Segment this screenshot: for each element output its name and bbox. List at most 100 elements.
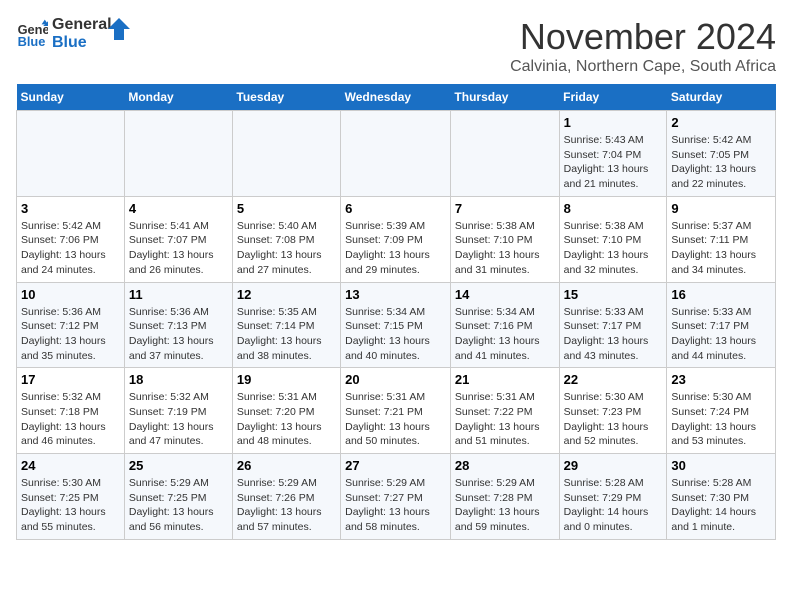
day-info: Sunrise: 5:41 AM Sunset: 7:07 PM Dayligh…	[129, 219, 228, 278]
day-info: Sunrise: 5:36 AM Sunset: 7:12 PM Dayligh…	[21, 305, 120, 364]
calendar-cell: 6Sunrise: 5:39 AM Sunset: 7:09 PM Daylig…	[341, 196, 451, 282]
day-number: 17	[21, 372, 120, 387]
calendar-cell: 8 Sunrise: 5:38 AM Sunset: 7:10 PM Daylig…	[559, 196, 667, 282]
calendar-cell: 9Sunrise: 5:37 AM Sunset: 7:11 PM Daylig…	[667, 196, 776, 282]
day-info: Sunrise: 5:40 AM Sunset: 7:08 PM Dayligh…	[237, 219, 336, 278]
calendar-cell: 3Sunrise: 5:42 AM Sunset: 7:06 PM Daylig…	[17, 196, 125, 282]
weekday-header-tuesday: Tuesday	[232, 84, 340, 111]
day-info: Sunrise: 5:43 AM Sunset: 7:04 PM Dayligh…	[564, 133, 663, 192]
day-number: 22	[564, 372, 663, 387]
day-number: 8	[564, 201, 663, 216]
calendar-cell: 13 Sunrise: 5:34 AM Sunset: 7:15 PM Dayli…	[341, 282, 451, 368]
calendar-header: SundayMondayTuesdayWednesdayThursdayFrid…	[17, 84, 776, 111]
day-info: Sunrise: 5:29 AM Sunset: 7:25 PM Dayligh…	[129, 476, 228, 535]
calendar-cell: 20 Sunrise: 5:31 AM Sunset: 7:21 PM Dayli…	[341, 368, 451, 454]
day-info: Sunrise: 5:30 AM Sunset: 7:25 PM Dayligh…	[21, 476, 120, 535]
calendar-cell	[232, 111, 340, 197]
weekday-header-thursday: Thursday	[450, 84, 559, 111]
calendar-cell: 14 Sunrise: 5:34 AM Sunset: 7:16 PM Dayli…	[450, 282, 559, 368]
weekday-header-friday: Friday	[559, 84, 667, 111]
day-number: 19	[237, 372, 336, 387]
svg-text:Blue: Blue	[18, 34, 46, 49]
calendar-cell: 4 Sunrise: 5:41 AM Sunset: 7:07 PM Daylig…	[124, 196, 232, 282]
logo-arrow-icon	[108, 18, 130, 40]
calendar-cell: 5 Sunrise: 5:40 AM Sunset: 7:08 PM Daylig…	[232, 196, 340, 282]
calendar-cell: 19 Sunrise: 5:31 AM Sunset: 7:20 PM Dayli…	[232, 368, 340, 454]
day-number: 20	[345, 372, 446, 387]
day-info: Sunrise: 5:28 AM Sunset: 7:29 PM Dayligh…	[564, 476, 663, 535]
day-number: 18	[129, 372, 228, 387]
day-info: Sunrise: 5:34 AM Sunset: 7:16 PM Dayligh…	[455, 305, 555, 364]
day-info: Sunrise: 5:29 AM Sunset: 7:26 PM Dayligh…	[237, 476, 336, 535]
weekday-header-wednesday: Wednesday	[341, 84, 451, 111]
day-info: Sunrise: 5:34 AM Sunset: 7:15 PM Dayligh…	[345, 305, 446, 364]
calendar-week-2: 3Sunrise: 5:42 AM Sunset: 7:06 PM Daylig…	[17, 196, 776, 282]
calendar-cell: 12 Sunrise: 5:35 AM Sunset: 7:14 PM Dayli…	[232, 282, 340, 368]
weekday-header-sunday: Sunday	[17, 84, 125, 111]
day-info: Sunrise: 5:33 AM Sunset: 7:17 PM Dayligh…	[564, 305, 663, 364]
calendar-cell: 16Sunrise: 5:33 AM Sunset: 7:17 PM Dayli…	[667, 282, 776, 368]
day-info: Sunrise: 5:32 AM Sunset: 7:19 PM Dayligh…	[129, 390, 228, 449]
day-info: Sunrise: 5:31 AM Sunset: 7:22 PM Dayligh…	[455, 390, 555, 449]
calendar-cell: 30Sunrise: 5:28 AM Sunset: 7:30 PM Dayli…	[667, 454, 776, 540]
day-number: 23	[671, 372, 771, 387]
day-number: 4	[129, 201, 228, 216]
calendar-table: SundayMondayTuesdayWednesdayThursdayFrid…	[16, 84, 776, 540]
calendar-week-5: 24 Sunrise: 5:30 AM Sunset: 7:25 PM Dayli…	[17, 454, 776, 540]
weekday-header-monday: Monday	[124, 84, 232, 111]
calendar-body: 1 Sunrise: 5:43 AM Sunset: 7:04 PM Daylig…	[17, 111, 776, 540]
day-number: 12	[237, 287, 336, 302]
day-info: Sunrise: 5:38 AM Sunset: 7:10 PM Dayligh…	[564, 219, 663, 278]
day-number: 5	[237, 201, 336, 216]
day-number: 10	[21, 287, 120, 302]
calendar-cell: 24 Sunrise: 5:30 AM Sunset: 7:25 PM Dayli…	[17, 454, 125, 540]
day-number: 7	[455, 201, 555, 216]
title-section: November 2024 Calvinia, Northern Cape, S…	[510, 16, 776, 76]
calendar-week-1: 1 Sunrise: 5:43 AM Sunset: 7:04 PM Daylig…	[17, 111, 776, 197]
day-number: 6	[345, 201, 446, 216]
calendar-cell: 27Sunrise: 5:29 AM Sunset: 7:27 PM Dayli…	[341, 454, 451, 540]
day-number: 14	[455, 287, 555, 302]
day-number: 24	[21, 458, 120, 473]
day-number: 1	[564, 115, 663, 130]
calendar-cell: 2Sunrise: 5:42 AM Sunset: 7:05 PM Daylig…	[667, 111, 776, 197]
day-number: 28	[455, 458, 555, 473]
calendar-cell: 10 Sunrise: 5:36 AM Sunset: 7:12 PM Dayli…	[17, 282, 125, 368]
day-number: 3	[21, 201, 120, 216]
day-number: 13	[345, 287, 446, 302]
weekday-header-row: SundayMondayTuesdayWednesdayThursdayFrid…	[17, 84, 776, 111]
calendar-cell: 11Sunrise: 5:36 AM Sunset: 7:13 PM Dayli…	[124, 282, 232, 368]
day-info: Sunrise: 5:30 AM Sunset: 7:24 PM Dayligh…	[671, 390, 771, 449]
calendar-cell: 15Sunrise: 5:33 AM Sunset: 7:17 PM Dayli…	[559, 282, 667, 368]
day-info: Sunrise: 5:33 AM Sunset: 7:17 PM Dayligh…	[671, 305, 771, 364]
day-info: Sunrise: 5:32 AM Sunset: 7:18 PM Dayligh…	[21, 390, 120, 449]
day-info: Sunrise: 5:35 AM Sunset: 7:14 PM Dayligh…	[237, 305, 336, 364]
calendar-cell	[450, 111, 559, 197]
day-info: Sunrise: 5:29 AM Sunset: 7:27 PM Dayligh…	[345, 476, 446, 535]
day-number: 2	[671, 115, 771, 130]
calendar-cell: 22 Sunrise: 5:30 AM Sunset: 7:23 PM Dayli…	[559, 368, 667, 454]
calendar-cell	[341, 111, 451, 197]
day-info: Sunrise: 5:38 AM Sunset: 7:10 PM Dayligh…	[455, 219, 555, 278]
calendar-week-3: 10 Sunrise: 5:36 AM Sunset: 7:12 PM Dayli…	[17, 282, 776, 368]
calendar-cell: 18 Sunrise: 5:32 AM Sunset: 7:19 PM Dayli…	[124, 368, 232, 454]
logo-general: General	[52, 16, 112, 33]
logo-blue: Blue	[52, 34, 87, 51]
logo-icon: General Blue	[16, 18, 48, 50]
day-number: 29	[564, 458, 663, 473]
day-info: Sunrise: 5:30 AM Sunset: 7:23 PM Dayligh…	[564, 390, 663, 449]
calendar-cell: 21Sunrise: 5:31 AM Sunset: 7:22 PM Dayli…	[450, 368, 559, 454]
calendar-cell: 1 Sunrise: 5:43 AM Sunset: 7:04 PM Daylig…	[559, 111, 667, 197]
day-info: Sunrise: 5:31 AM Sunset: 7:20 PM Dayligh…	[237, 390, 336, 449]
calendar-cell	[124, 111, 232, 197]
day-number: 25	[129, 458, 228, 473]
calendar-cell: 26 Sunrise: 5:29 AM Sunset: 7:26 PM Dayli…	[232, 454, 340, 540]
logo: General Blue General Blue	[16, 16, 130, 51]
calendar-cell: 7 Sunrise: 5:38 AM Sunset: 7:10 PM Daylig…	[450, 196, 559, 282]
day-number: 26	[237, 458, 336, 473]
day-info: Sunrise: 5:31 AM Sunset: 7:21 PM Dayligh…	[345, 390, 446, 449]
calendar-cell: 29 Sunrise: 5:28 AM Sunset: 7:29 PM Dayli…	[559, 454, 667, 540]
header: General Blue General Blue November 2024 …	[16, 16, 776, 76]
day-number: 9	[671, 201, 771, 216]
day-number: 11	[129, 287, 228, 302]
